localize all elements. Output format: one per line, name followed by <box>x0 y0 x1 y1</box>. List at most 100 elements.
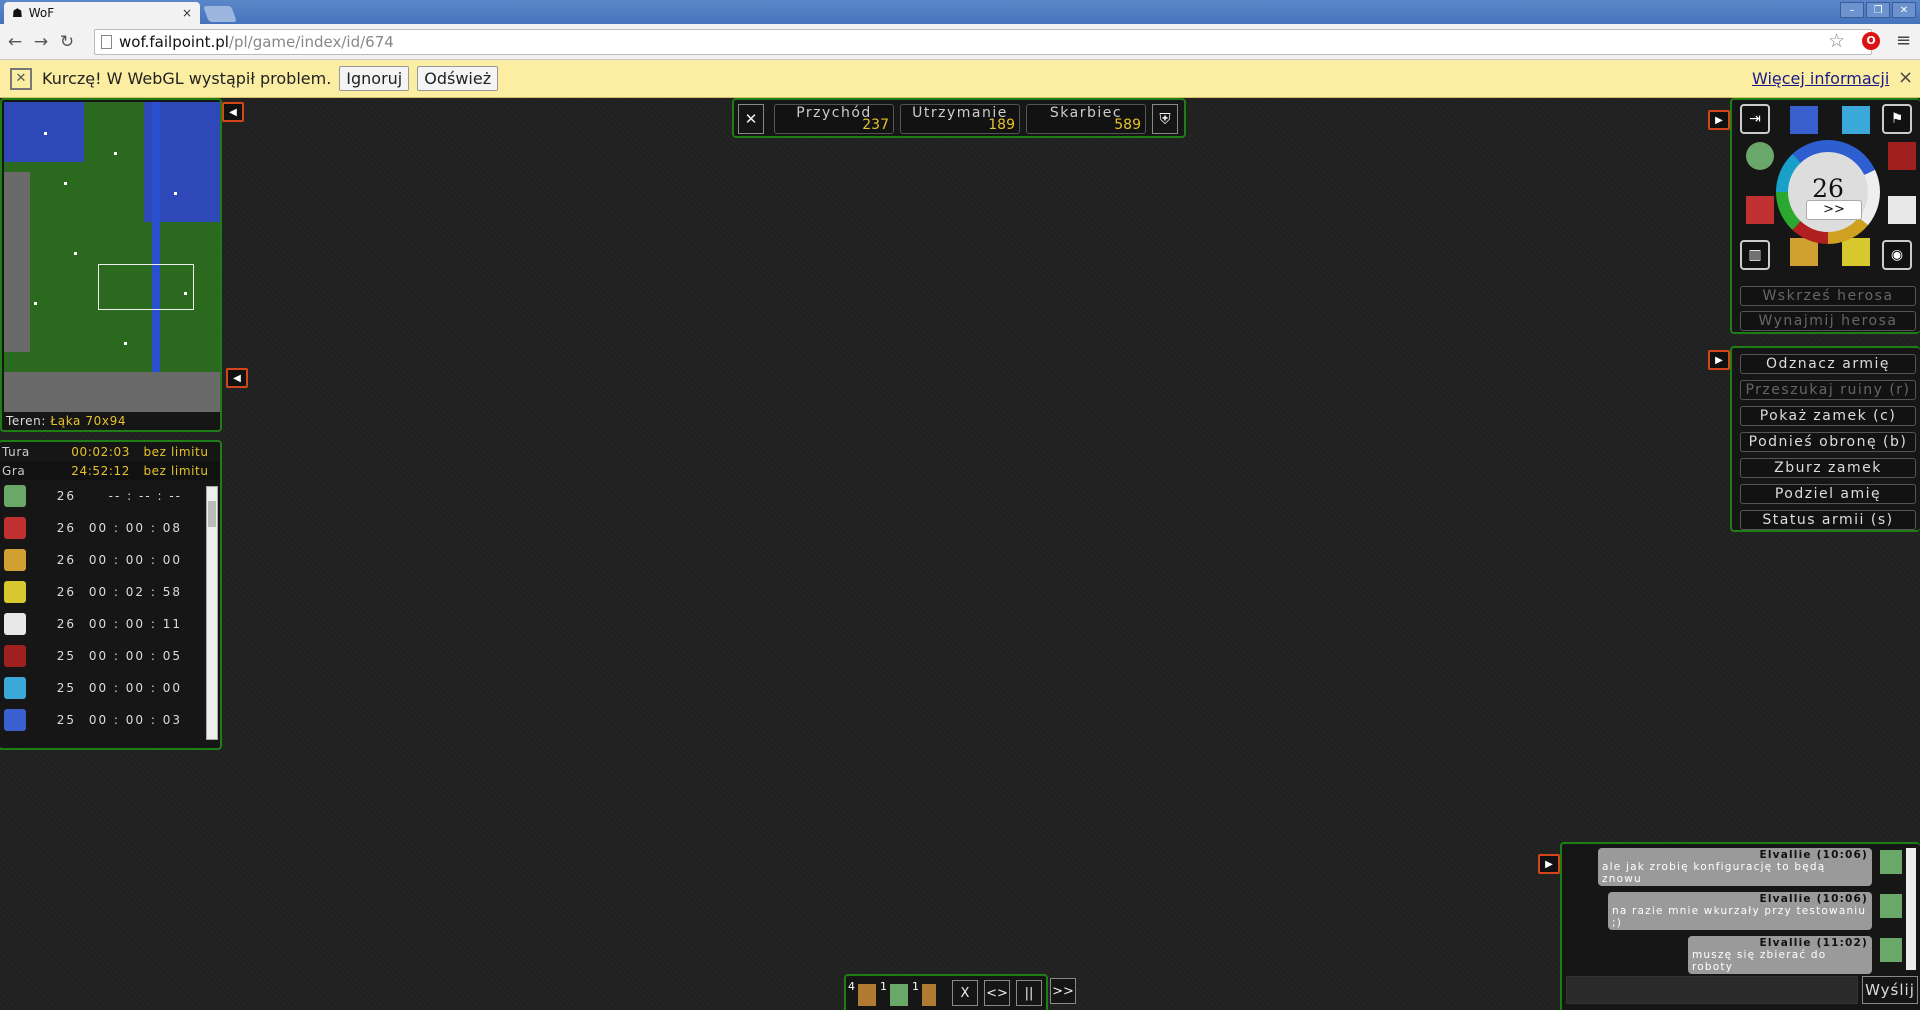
game-area[interactable]: Teren: Łąka 70x94 ◀ Tura 00:02:03 bez limi… <box>0 98 1920 1010</box>
unit-icon[interactable] <box>858 984 876 1006</box>
chat-avatar-icon <box>1880 938 1902 962</box>
browser-tabstrip: ☗ WoF × – ❐ ✕ <box>0 0 1920 24</box>
army-status-button[interactable]: Status armii (s) <box>1740 510 1916 530</box>
close-window-button[interactable]: ✕ <box>1892 2 1916 18</box>
players-panel: ⇥ ⚑ ▥ ◉ 26 >> Wskrześ herosa Wynajmij her… <box>1730 98 1920 334</box>
chat-scrollbar[interactable] <box>1906 848 1916 970</box>
chat-message: Elvallie (10:06) na razie mnie wkurzały p… <box>1608 892 1872 930</box>
shield-icon[interactable]: ⛨ <box>1152 104 1178 134</box>
player-turn: 25 <box>56 681 76 695</box>
player-row[interactable]: 26 00 : 00 : 11 <box>0 608 220 640</box>
infobar-message: Kurczę! W WebGL wystąpił problem. <box>42 69 332 88</box>
player-time: 00 : 00 : 00 <box>88 553 182 567</box>
unit-icon[interactable] <box>922 984 936 1006</box>
player-row[interactable]: 26 -- : -- : -- <box>0 480 220 512</box>
player-list-scrollbar[interactable] <box>206 486 218 740</box>
deselect-army-button[interactable]: Odznacz armię <box>1740 354 1916 374</box>
player-turn: 26 <box>56 617 76 631</box>
page-icon <box>101 35 112 49</box>
tab-close-icon[interactable]: × <box>182 6 192 20</box>
player-row[interactable]: 25 00 : 00 : 05 <box>0 640 220 672</box>
reload-button[interactable]: ↻ <box>56 32 78 52</box>
terrain-value: Łąka 70x94 <box>50 414 127 428</box>
more-info-link[interactable]: Więcej informacji <box>1752 69 1889 88</box>
forward-button[interactable]: → <box>30 32 52 52</box>
browser-tab[interactable]: ☗ WoF × <box>4 2 200 24</box>
minimap[interactable] <box>4 102 220 412</box>
search-ruins-button[interactable]: Przeszukaj ruiny (r) <box>1740 380 1916 400</box>
opera-extension-icon[interactable]: O <box>1862 32 1880 50</box>
combat-icon[interactable]: ✕ <box>738 104 764 134</box>
player-turn: 26 <box>56 553 76 567</box>
player-avatar-icon[interactable] <box>1842 238 1870 266</box>
players-panel-toggle[interactable]: ▶ <box>1708 110 1730 130</box>
revive-hero-button[interactable]: Wskrześ herosa <box>1740 286 1916 306</box>
pause-button[interactable]: || <box>1016 980 1042 1006</box>
restore-button[interactable]: ❐ <box>1866 2 1890 18</box>
split-army-button[interactable]: Podziel amię <box>1740 484 1916 504</box>
eye-icon[interactable]: ◉ <box>1882 240 1912 270</box>
player-row[interactable]: 25 00 : 00 : 03 <box>0 704 220 736</box>
actions-panel-toggle[interactable]: ▶ <box>1708 350 1730 370</box>
player-time: 00 : 00 : 03 <box>88 713 182 727</box>
minimap-viewport[interactable] <box>98 264 194 310</box>
player-row[interactable]: 25 00 : 00 : 00 <box>0 672 220 704</box>
next-army-button[interactable]: >> <box>1050 978 1076 1004</box>
cancel-move-button[interactable]: X <box>952 980 978 1006</box>
player-row[interactable]: 26 00 : 02 : 58 <box>0 576 220 608</box>
bookmark-star-icon[interactable]: ☆ <box>1828 30 1845 52</box>
send-button[interactable]: Wyślij <box>1862 976 1918 1004</box>
exit-icon[interactable]: ⇥ <box>1740 104 1770 134</box>
ignore-button[interactable]: Ignoruj <box>339 66 410 91</box>
timer-collapse-button[interactable]: ◀ <box>226 368 248 388</box>
army-bar: 4 1 1 X <> || <box>844 974 1048 1010</box>
refresh-button[interactable]: Odśwież <box>417 66 499 91</box>
new-tab-button[interactable] <box>203 6 237 22</box>
chat-input[interactable] <box>1566 976 1858 1004</box>
minimize-button[interactable]: – <box>1840 2 1864 18</box>
next-turn-button[interactable]: >> <box>1806 200 1862 220</box>
flag-icon[interactable]: ⚑ <box>1882 104 1912 134</box>
raise-defense-button[interactable]: Podnieś obronę (b) <box>1740 432 1916 452</box>
minimap-collapse-button[interactable]: ◀ <box>222 102 244 122</box>
player-turn: 26 <box>56 585 76 599</box>
address-bar[interactable]: wof.failpoint.pl/pl/game/index/id/674 <box>94 29 1872 55</box>
upkeep-stat: Utrzymanie 189 <box>900 104 1020 134</box>
turn-wheel: 26 >> <box>1776 140 1880 244</box>
chat-avatar-icon <box>1880 894 1902 918</box>
player-time: 00 : 02 : 58 <box>88 585 182 599</box>
url-path: /pl/game/index/id/674 <box>228 33 394 51</box>
hire-hero-button[interactable]: Wynajmij herosa <box>1740 311 1916 331</box>
unit-icon[interactable] <box>890 984 908 1006</box>
treasury-stat: Skarbiec 589 <box>1026 104 1146 134</box>
raze-castle-button[interactable]: Zburz zamek <box>1740 458 1916 478</box>
back-button[interactable]: ← <box>4 32 26 52</box>
stats-icon[interactable]: ▥ <box>1740 240 1770 270</box>
cycle-army-button[interactable]: <> <box>984 980 1010 1006</box>
player-avatar-icon <box>4 613 26 635</box>
infobar-close-icon[interactable]: × <box>1898 67 1913 88</box>
chat-toggle[interactable]: ▶ <box>1538 854 1560 874</box>
player-row[interactable]: 26 00 : 00 : 00 <box>0 544 220 576</box>
menu-icon[interactable]: ≡ <box>1896 30 1911 51</box>
player-turn: 26 <box>56 489 76 503</box>
show-castle-button[interactable]: Pokaż zamek (c) <box>1740 406 1916 426</box>
player-time: 00 : 00 : 08 <box>88 521 182 535</box>
player-avatar-icon[interactable] <box>1746 196 1774 224</box>
player-avatar-icon[interactable] <box>1790 106 1818 134</box>
player-avatar-icon[interactable] <box>1746 142 1774 170</box>
unit-count: 4 <box>848 980 855 993</box>
economy-bar: ✕ Przychód 237 Utrzymanie 189 Skarbiec 589 … <box>732 98 1186 138</box>
income-stat: Przychód 237 <box>774 104 894 134</box>
player-row[interactable]: 26 00 : 00 : 08 <box>0 512 220 544</box>
player-turn: 26 <box>56 521 76 535</box>
player-avatar-icon <box>4 677 26 699</box>
player-avatar-icon[interactable] <box>1842 106 1870 134</box>
player-avatar-icon[interactable] <box>1888 196 1916 224</box>
player-avatar-icon <box>4 645 26 667</box>
chat-panel: Elvallie (10:06) ale jak zrobię konfigura… <box>1560 842 1920 1010</box>
webgl-infobar: ✕ Kurczę! W WebGL wystąpił problem. Igno… <box>0 60 1920 98</box>
game-timer-row: Gra 24:52:12 bez limitu <box>0 461 220 480</box>
tab-title: WoF <box>28 6 55 20</box>
player-avatar-icon[interactable] <box>1888 142 1916 170</box>
